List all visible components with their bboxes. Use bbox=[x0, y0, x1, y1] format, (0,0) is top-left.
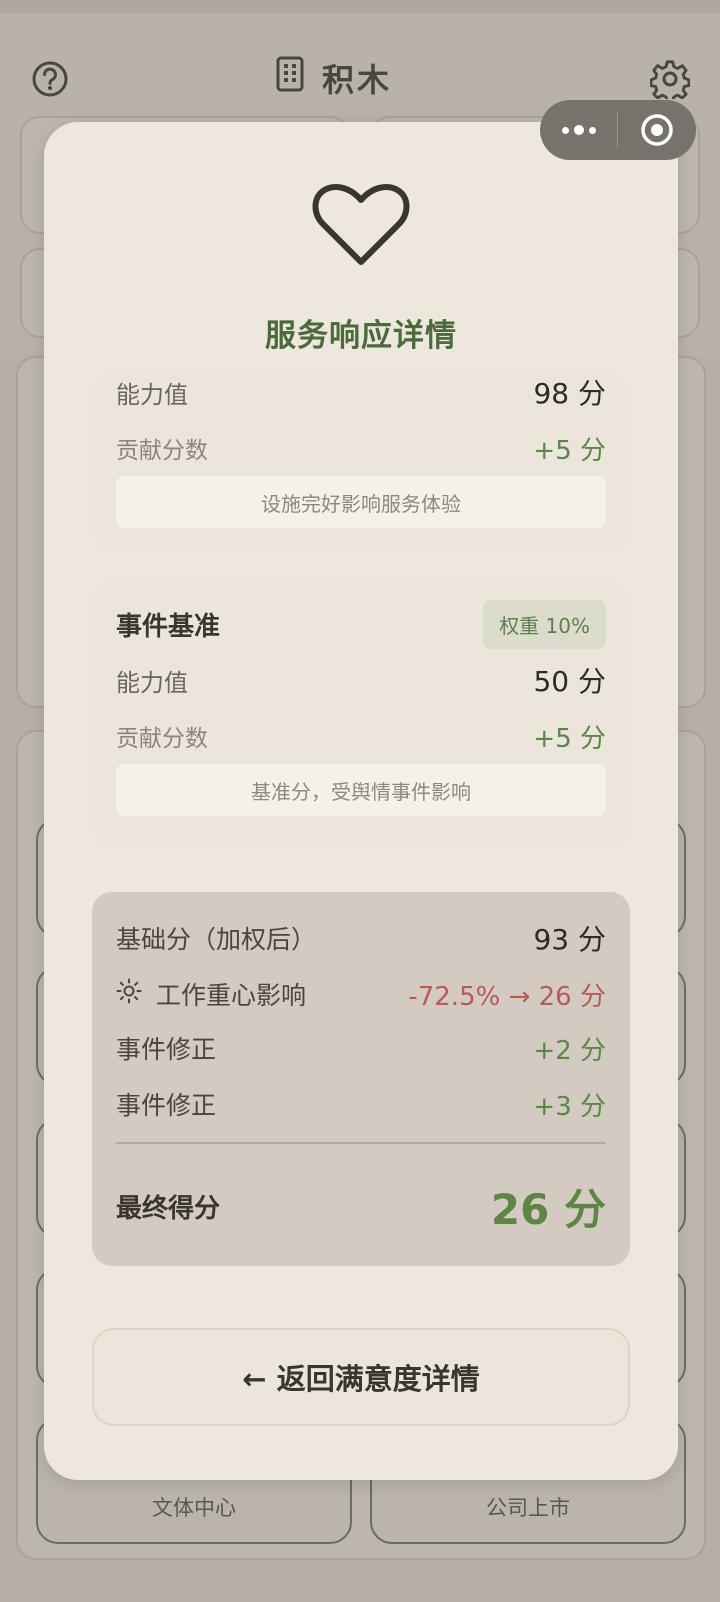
section-note: 设施完好影响服务体验 bbox=[116, 476, 606, 528]
work-focus-row: 工作重心影响 -72.5% → 26 分 bbox=[116, 974, 606, 1014]
divider bbox=[116, 1142, 606, 1144]
heart-icon bbox=[311, 182, 411, 274]
work-focus-label: 工作重心影响 bbox=[156, 981, 307, 1010]
work-focus-value: -72.5% → 26 分 bbox=[408, 981, 606, 1012]
contribution-label: 贡献分数 bbox=[116, 438, 208, 464]
help-icon[interactable] bbox=[30, 59, 70, 99]
gear-icon[interactable] bbox=[649, 59, 691, 104]
ability-label: 能力值 bbox=[116, 380, 188, 409]
app-title: 积木 bbox=[276, 56, 393, 100]
modal-title: 服务响应详情 bbox=[265, 318, 457, 354]
base-score-row: 基础分（加权后） 93 分 bbox=[116, 918, 606, 958]
record-icon[interactable] bbox=[618, 113, 696, 147]
score-section-event-baseline: 事件基准 权重 10% 能力值 50 分 贡献分数 +5 分 基准分，受舆情事件… bbox=[92, 580, 630, 848]
weight-badge: 权重 10% bbox=[483, 599, 606, 649]
event-adjust-value: +3 分 bbox=[533, 1091, 606, 1122]
ability-label: 能力值 bbox=[116, 668, 188, 697]
contribution-row: 贡献分数 +5 分 bbox=[116, 716, 606, 756]
service-response-modal: 服务响应详情 能力值 98 分 贡献分数 +5 分 设施完好影响服务体验 事件基… bbox=[44, 122, 678, 1480]
base-score-value: 93 分 bbox=[533, 923, 606, 956]
event-adjust-value: +2 分 bbox=[533, 1035, 606, 1066]
building-icon bbox=[276, 56, 304, 100]
app-title-text: 积木 bbox=[322, 61, 393, 99]
back-button-label: ← 返回满意度详情 bbox=[242, 1362, 480, 1396]
ability-value: 50 分 bbox=[533, 665, 606, 698]
ability-row: 能力值 50 分 bbox=[116, 660, 606, 700]
miniprogram-capsule bbox=[540, 100, 696, 160]
bg-tile-label: 文体中心 bbox=[152, 1496, 236, 1520]
section-title: 事件基准 bbox=[116, 611, 221, 642]
section-note: 基准分，受舆情事件影响 bbox=[116, 764, 606, 816]
sun-icon bbox=[116, 978, 142, 1010]
score-calculation: 基础分（加权后） 93 分 工作重心影响 -72.5% → 26 分 事件修正 … bbox=[92, 892, 630, 1266]
more-dots-icon[interactable] bbox=[540, 125, 617, 135]
contribution-value: +5 分 bbox=[533, 435, 606, 466]
base-score-label: 基础分（加权后） bbox=[116, 925, 317, 954]
status-strip bbox=[0, 0, 720, 14]
final-score-value: 26 分 bbox=[490, 1184, 606, 1234]
contribution-row: 贡献分数 +5 分 bbox=[116, 428, 606, 468]
event-adjust-label: 事件修正 bbox=[116, 1035, 217, 1064]
work-focus-label-group: 工作重心影响 bbox=[116, 976, 306, 1012]
back-to-satisfaction-button[interactable]: ← 返回满意度详情 bbox=[92, 1328, 630, 1426]
score-section-facility: 能力值 98 分 贡献分数 +5 分 设施完好影响服务体验 bbox=[92, 372, 630, 552]
final-score-row: 最终得分 26 分 bbox=[116, 1178, 606, 1234]
bg-tile-label: 公司上市 bbox=[486, 1496, 570, 1520]
contribution-value: +5 分 bbox=[533, 723, 606, 754]
event-adjust-label: 事件修正 bbox=[116, 1091, 217, 1120]
ability-row: 能力值 98 分 bbox=[116, 372, 606, 412]
contribution-label: 贡献分数 bbox=[116, 726, 208, 752]
final-score-label: 最终得分 bbox=[116, 1193, 221, 1224]
section-header: 事件基准 权重 10% bbox=[116, 599, 606, 649]
event-adjust-row: 事件修正 +3 分 bbox=[116, 1084, 606, 1124]
event-adjust-row: 事件修正 +2 分 bbox=[116, 1028, 606, 1068]
ability-value: 98 分 bbox=[533, 377, 606, 410]
